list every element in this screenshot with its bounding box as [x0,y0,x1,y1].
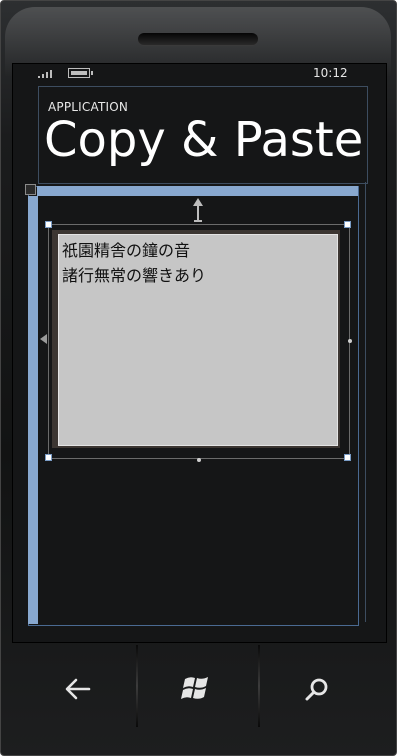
button-divider [258,645,260,727]
resize-handle-bottom-right[interactable] [344,454,351,461]
battery-icon [68,68,93,78]
text-line-2: 諸行無常の響きあり [62,266,207,285]
earpiece-speaker [138,33,258,45]
windows-logo-icon [181,677,208,699]
hardware-button-row [0,645,395,755]
back-arrow-icon [65,678,91,700]
back-button[interactable] [58,669,98,709]
page-title: Copy & Paste [44,112,364,168]
search-icon [305,678,328,701]
battery-level [71,71,87,75]
search-button[interactable] [297,669,337,709]
start-button[interactable] [177,668,217,708]
grid-column-rail[interactable] [37,186,358,196]
resize-handle-top-right[interactable] [344,221,351,228]
status-clock: 10:12 [313,66,348,80]
grid-row-rail[interactable] [28,196,38,624]
signal-icon [38,70,52,78]
resize-handle-bottom-left[interactable] [45,454,52,461]
grid-right-edge [365,182,366,622]
resize-handle-bottom[interactable] [197,458,201,462]
resize-handle-top-left[interactable] [45,221,52,228]
button-divider [136,645,138,727]
text-line-1: 祇園精舎の鐘の音 [62,241,191,260]
text-box-content[interactable]: 祇園精舎の鐘の音 諸行無常の響きあり [62,238,206,288]
resize-handle-right[interactable] [348,339,352,343]
top-margin-arrow-icon[interactable] [193,198,203,224]
grid-move-handle[interactable] [25,184,36,195]
left-margin-arrow-icon[interactable] [40,334,47,344]
